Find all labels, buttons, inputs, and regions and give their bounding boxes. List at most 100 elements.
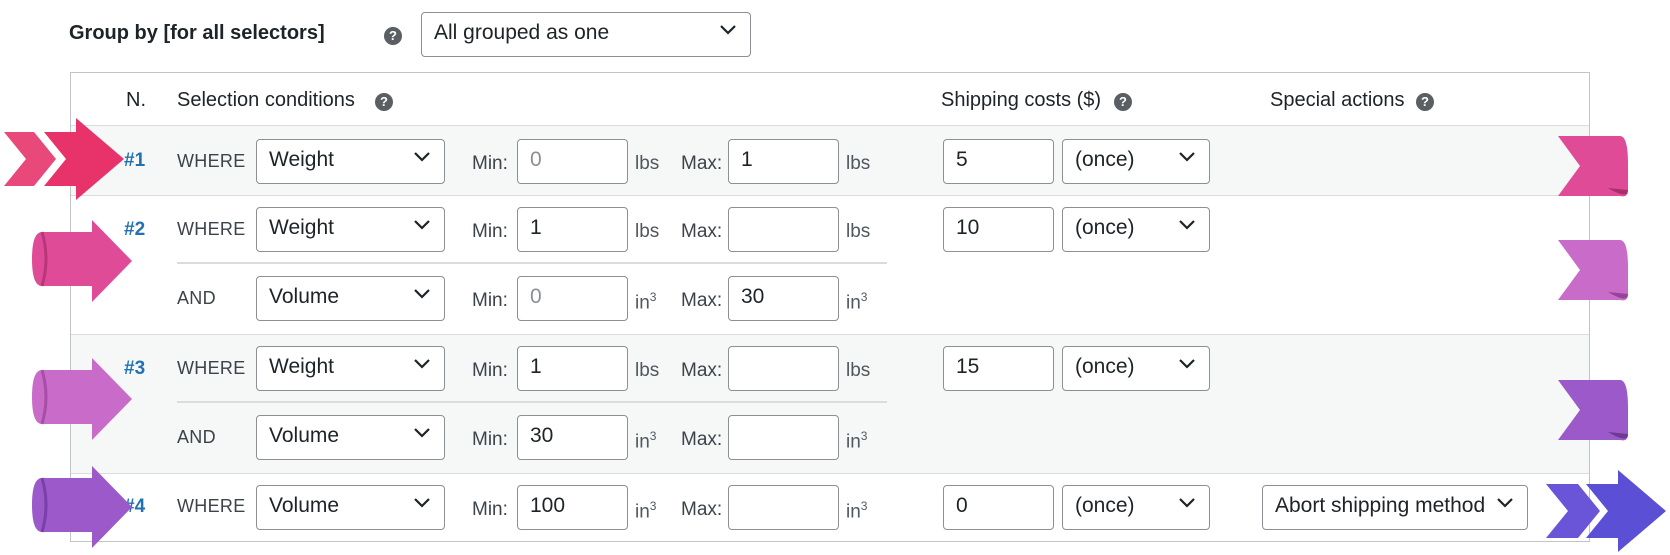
help-icon[interactable]: ? xyxy=(375,93,393,111)
min-label: Min: xyxy=(472,499,508,520)
max-label: Max: xyxy=(681,153,723,174)
min-input[interactable]: 0 xyxy=(517,139,628,184)
arrow-ribbon-icon xyxy=(32,220,132,302)
select-value: Abort shipping method xyxy=(1275,494,1486,517)
cost-input[interactable]: 15 xyxy=(943,346,1054,391)
max-label: Max: xyxy=(681,221,723,242)
arrow-ribbon-icon xyxy=(4,118,124,200)
condition-divider xyxy=(177,401,887,403)
chevron-down-icon xyxy=(414,359,430,369)
unit-label: lbs xyxy=(635,360,660,381)
help-icon[interactable]: ? xyxy=(1114,93,1132,111)
cost-input-value: 5 xyxy=(956,148,968,171)
select-value: (once) xyxy=(1075,148,1135,171)
condition-keyword: AND xyxy=(177,427,216,447)
min-label: Min: xyxy=(472,153,508,174)
select-value: Weight xyxy=(269,355,334,378)
max-input[interactable]: 30 xyxy=(728,276,839,321)
condition-field-select[interactable]: Weight xyxy=(256,139,445,184)
unit-label: in3 xyxy=(635,429,656,453)
cost-input[interactable]: 0 xyxy=(943,485,1054,530)
unit-label: lbs xyxy=(846,360,871,381)
min-input[interactable]: 0 xyxy=(517,276,628,321)
condition-keyword: WHERE xyxy=(177,358,246,378)
header-n: N. xyxy=(126,89,146,111)
cost-type-select[interactable]: (once) xyxy=(1062,139,1210,184)
cost-type-select[interactable]: (once) xyxy=(1062,207,1210,252)
arrow-ribbon-icon xyxy=(32,358,132,440)
unit-superscript: 3 xyxy=(860,429,868,443)
max-input[interactable] xyxy=(728,346,839,391)
min-label: Min: xyxy=(472,429,508,450)
group-by-label: Group by [for all selectors] xyxy=(69,22,325,44)
unit-text: in xyxy=(846,292,861,314)
min-input[interactable]: 30 xyxy=(517,415,628,460)
chevron-down-icon xyxy=(414,220,430,230)
group-by-select[interactable]: All grouped as one xyxy=(421,12,751,57)
cost-input-value: 15 xyxy=(956,355,980,378)
cost-input[interactable]: 10 xyxy=(943,207,1054,252)
unit-label: in3 xyxy=(635,290,656,314)
unit-label: lbs xyxy=(635,153,660,174)
unit-superscript: 3 xyxy=(860,499,868,513)
unit-text: in xyxy=(635,292,650,314)
condition-keyword: WHERE xyxy=(177,496,246,516)
min-input-placeholder: 0 xyxy=(530,285,542,308)
select-value: (once) xyxy=(1075,216,1135,239)
max-label: Max: xyxy=(681,429,723,450)
chevron-down-icon xyxy=(720,25,736,35)
min-input-value: 30 xyxy=(530,424,554,447)
chevron-down-icon xyxy=(414,152,430,162)
arrow-ribbon-icon xyxy=(1546,470,1666,552)
min-label: Min: xyxy=(472,360,508,381)
unit-superscript: 3 xyxy=(649,290,657,304)
special-action-select[interactable]: Abort shipping method xyxy=(1262,485,1528,530)
max-input[interactable]: 1 xyxy=(728,139,839,184)
unit-text: in xyxy=(635,431,650,453)
unit-text: in xyxy=(635,501,650,523)
cost-input-value: 10 xyxy=(956,216,980,239)
condition-field-select[interactable]: Volume xyxy=(256,276,445,321)
arrow-ribbon-icon xyxy=(32,466,132,548)
chevron-down-icon xyxy=(1179,152,1195,162)
condition-keyword: WHERE xyxy=(177,151,246,171)
max-input[interactable] xyxy=(728,207,839,252)
select-value: (once) xyxy=(1075,494,1135,517)
max-input[interactable] xyxy=(728,485,839,530)
help-icon[interactable]: ? xyxy=(1416,93,1434,111)
min-input[interactable]: 100 xyxy=(517,485,628,530)
ribbon-tab-icon xyxy=(1558,136,1628,197)
condition-field-select[interactable]: Weight xyxy=(256,346,445,391)
min-input-value: 100 xyxy=(530,494,566,517)
max-input[interactable] xyxy=(728,415,839,460)
header-selection-conditions: Selection conditions xyxy=(177,89,355,111)
ribbon-tab-icon xyxy=(1558,240,1628,301)
max-label: Max: xyxy=(681,360,723,381)
help-icon[interactable]: ? xyxy=(384,27,402,45)
max-label: Max: xyxy=(681,499,723,520)
max-label: Max: xyxy=(681,290,723,311)
row-number[interactable]: #1 xyxy=(124,150,145,172)
header-special-actions: Special actions xyxy=(1270,89,1405,111)
condition-field-select[interactable]: Volume xyxy=(256,485,445,530)
cost-type-select[interactable]: (once) xyxy=(1062,485,1210,530)
unit-label: in3 xyxy=(635,499,656,523)
min-input[interactable]: 1 xyxy=(517,207,628,252)
chevron-down-icon xyxy=(1179,498,1195,508)
min-input-value: 1 xyxy=(530,216,542,239)
max-input-value: 1 xyxy=(741,148,753,171)
min-label: Min: xyxy=(472,290,508,311)
unit-label: in3 xyxy=(846,429,867,453)
min-input-placeholder: 0 xyxy=(530,148,542,171)
unit-superscript: 3 xyxy=(860,290,868,304)
condition-field-select[interactable]: Volume xyxy=(256,415,445,460)
select-value: Volume xyxy=(269,285,340,308)
unit-label: in3 xyxy=(846,499,867,523)
chevron-down-icon xyxy=(1179,220,1195,230)
chevron-down-icon xyxy=(1179,359,1195,369)
ribbon-tab-icon xyxy=(1558,380,1628,441)
condition-field-select[interactable]: Weight xyxy=(256,207,445,252)
min-input[interactable]: 1 xyxy=(517,346,628,391)
cost-type-select[interactable]: (once) xyxy=(1062,346,1210,391)
cost-input[interactable]: 5 xyxy=(943,139,1054,184)
